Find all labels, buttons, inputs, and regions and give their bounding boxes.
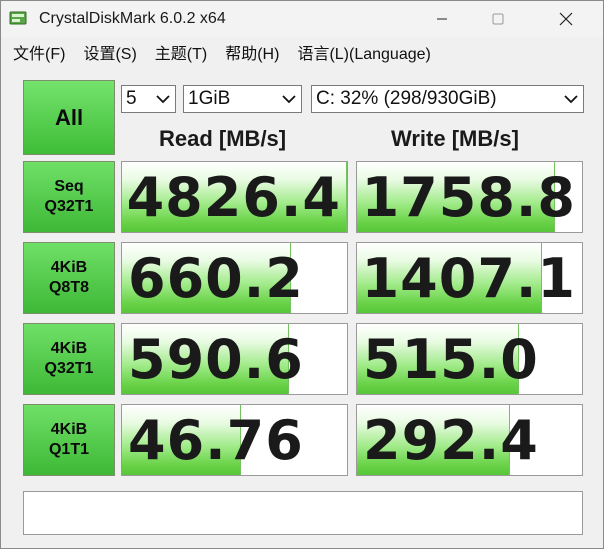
test-size-value: 1GiB: [188, 88, 231, 109]
4kib-q8t8-write-result: 1407.1: [356, 242, 583, 314]
result-value: 292.4: [363, 409, 539, 472]
chevron-down-icon: [564, 95, 578, 104]
comment-field[interactable]: [23, 491, 583, 535]
menu-theme[interactable]: 主题(T): [149, 40, 213, 64]
test-label-line2: Q32T1: [44, 360, 94, 377]
result-value: 1758.8: [361, 166, 576, 229]
test-count-value: 5: [126, 88, 137, 109]
chevron-down-icon: [282, 95, 296, 104]
app-window: CrystalDiskMark 6.0.2 x64 文件(F) 设置(S) 主题…: [0, 0, 604, 549]
chevron-down-icon: [156, 95, 170, 104]
app-icon: [9, 11, 27, 25]
test-count-select[interactable]: 5: [121, 85, 176, 113]
4kib-q32t1-read-result: 590.6: [121, 323, 348, 395]
seq-q32t1-button[interactable]: Seq Q32T1: [23, 161, 115, 233]
title-bar: CrystalDiskMark 6.0.2 x64: [1, 1, 603, 37]
test-label-line2: Q32T1: [44, 198, 94, 215]
result-value: 515.0: [363, 328, 539, 391]
seq-q32t1-read-result: 4826.4: [121, 161, 348, 233]
result-value: 46.76: [128, 409, 304, 472]
menu-help[interactable]: 帮助(H): [219, 40, 285, 64]
test-size-select[interactable]: 1GiB: [183, 85, 302, 113]
test-label-line1: Seq: [54, 178, 84, 195]
test-label-line1: 4KiB: [50, 259, 88, 276]
4kib-q32t1-write-result: 515.0: [356, 323, 583, 395]
menu-settings[interactable]: 设置(S): [77, 40, 142, 64]
test-label-line2: Q8T8: [48, 279, 89, 296]
test-label-line2: Q1T1: [48, 441, 89, 458]
minimize-icon: [437, 18, 447, 20]
4kib-q8t8-read-result: 660.2: [121, 242, 348, 314]
4kib-q1t1-button[interactable]: 4KiB Q1T1: [23, 404, 115, 476]
test-label-line1: 4KiB: [50, 340, 88, 357]
window-title: CrystalDiskMark 6.0.2 x64: [39, 10, 226, 27]
close-icon: [559, 12, 573, 26]
maximize-button[interactable]: [475, 1, 521, 37]
write-column-header: Write [MB/s]: [391, 126, 519, 151]
4kib-q1t1-write-result: 292.4: [356, 404, 583, 476]
result-value: 1407.1: [361, 247, 576, 310]
result-value: 4826.4: [126, 166, 341, 229]
result-value: 590.6: [128, 328, 304, 391]
drive-select[interactable]: C: 32% (298/930GiB): [311, 85, 584, 113]
test-label-line1: 4KiB: [50, 421, 88, 438]
menu-language[interactable]: 语言(L)(Language): [291, 40, 436, 64]
close-button[interactable]: [543, 1, 589, 37]
drive-value: C: 32% (298/930GiB): [316, 88, 497, 109]
4kib-q8t8-button[interactable]: 4KiB Q8T8: [23, 242, 115, 314]
read-column-header: Read [MB/s]: [159, 126, 287, 151]
result-value: 660.2: [128, 247, 304, 310]
menu-file[interactable]: 文件(F): [7, 40, 71, 64]
seq-q32t1-write-result: 1758.8: [356, 161, 583, 233]
4kib-q1t1-read-result: 46.76: [121, 404, 348, 476]
menu-bar: 文件(F) 设置(S) 主题(T) 帮助(H) 语言(L)(Language): [1, 37, 603, 67]
4kib-q32t1-button[interactable]: 4KiB Q32T1: [23, 323, 115, 395]
maximize-icon: [492, 13, 504, 25]
run-all-button[interactable]: All: [23, 80, 115, 155]
minimize-button[interactable]: [419, 1, 465, 37]
